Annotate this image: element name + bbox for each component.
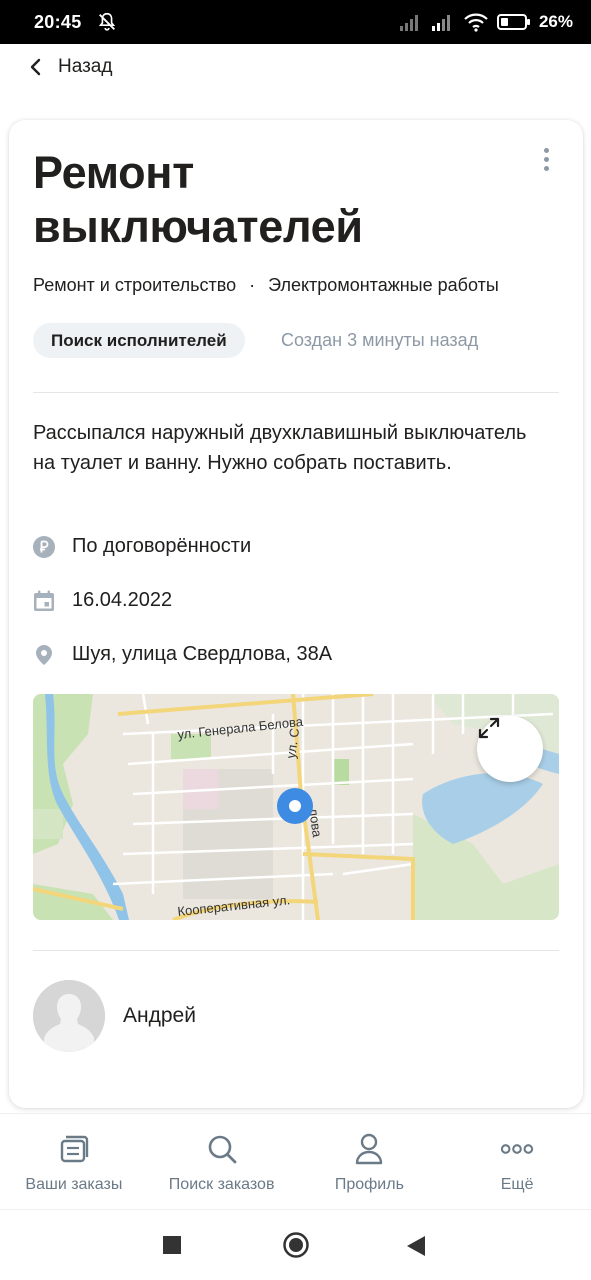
divider (33, 950, 559, 951)
status-badge: Поиск исполнителей (33, 323, 245, 358)
order-description: Рассыпался наружный двухклавишный выключ… (33, 422, 527, 474)
calendar-icon (33, 590, 55, 612)
notifications-off-icon (98, 12, 115, 31)
order-card: Ремонт выключателей Ремонт и строительст… (9, 120, 583, 1108)
subcategory-label: Электромонтажные работы (268, 275, 499, 295)
status-icons: 26% (399, 12, 573, 32)
more-options-icon[interactable] (531, 144, 561, 174)
bottom-tab-bar: Ваши заказы Поиск заказов Профиль Ещё (0, 1113, 591, 1209)
status-bar: 20:45 26% (0, 0, 591, 44)
tab-profile[interactable]: Профиль (296, 1114, 444, 1209)
battery-percent: 26% (538, 12, 573, 31)
profile-icon (352, 1132, 386, 1166)
date-row: 16.04.2022 (33, 589, 172, 612)
created-time: Создан 3 минуты назад (281, 330, 479, 350)
expand-map-button[interactable] (477, 716, 543, 782)
home-button[interactable] (282, 1231, 310, 1259)
back-label: Назад (58, 56, 113, 77)
tab-label: Поиск заказов (168, 1176, 275, 1193)
signal-icon-2 (431, 15, 450, 31)
more-icon (500, 1132, 534, 1166)
tab-label: Профиль (334, 1176, 404, 1193)
address-value: Шуя, улица Свердлова, 38А (72, 643, 333, 665)
tab-label: Ещё (500, 1176, 534, 1193)
tab-your-orders[interactable]: Ваши заказы (0, 1114, 148, 1209)
recents-button[interactable] (163, 1236, 181, 1254)
back-button[interactable]: Назад (0, 44, 591, 90)
avatar (33, 980, 105, 1052)
divider (33, 392, 559, 393)
order-categories: Ремонт и строительство · Электромонтажны… (33, 275, 499, 296)
tab-search-orders[interactable]: Поиск заказов (148, 1114, 296, 1209)
address-map[interactable]: ул. Генерала Белова ул. С лова Кооперати… (33, 694, 559, 920)
search-icon (205, 1132, 239, 1166)
chevron-left-icon (30, 58, 41, 76)
orders-icon (57, 1132, 91, 1166)
system-nav-bar (0, 1209, 591, 1280)
back-nav-button[interactable] (406, 1235, 426, 1257)
user-silhouette-icon (33, 980, 105, 1052)
author-row[interactable]: Андрей (33, 980, 196, 1052)
expand-icon (478, 717, 500, 739)
signal-icon (399, 15, 418, 31)
wifi-icon (464, 13, 488, 32)
price-row: По договорённости (33, 535, 251, 558)
location-pin-icon (33, 644, 55, 666)
ruble-icon (33, 535, 55, 558)
category-label: Ремонт и строительство (33, 275, 237, 295)
address-row: Шуя, улица Свердлова, 38А (33, 643, 332, 666)
status-time: 20:45 (34, 11, 82, 32)
price-value: По договорённости (72, 535, 252, 557)
battery-icon (496, 14, 530, 30)
author-name: Андрей (123, 1004, 196, 1027)
tab-more[interactable]: Ещё (443, 1114, 591, 1209)
tab-label: Ваши заказы (25, 1176, 123, 1193)
order-title: Ремонт выключателей (33, 147, 363, 252)
category-separator: · (249, 275, 256, 295)
date-value: 16.04.2022 (72, 589, 173, 611)
